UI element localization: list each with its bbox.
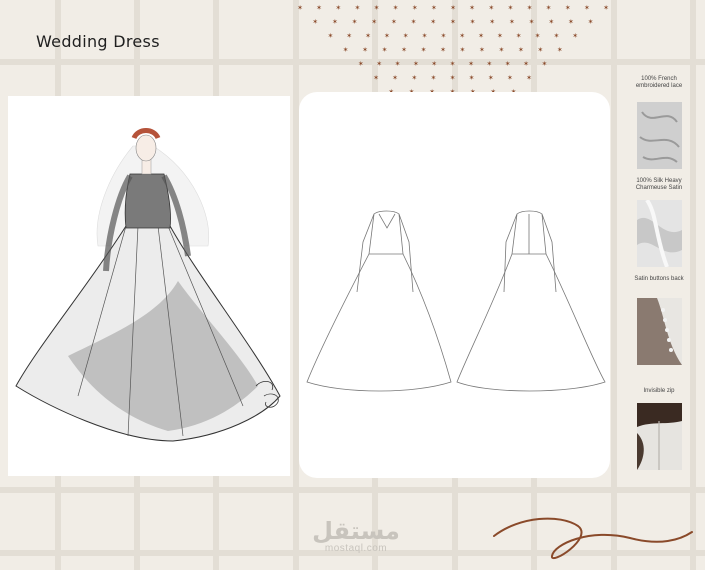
material-label: 100% Silk Heavy Charmeuse Satin [635,178,683,191]
page-title: Wedding Dress [36,32,160,51]
lace-swatch-icon [637,102,682,169]
dress-sketch-illustration [15,128,281,442]
material-buttons: Satin buttons back [628,276,690,283]
watermark-url: mostaql.com [324,543,388,554]
technical-flats-panel [299,92,610,478]
front-back-flat-drawings [306,210,606,392]
watermark-arabic: مستقل [312,517,400,545]
zip-swatch-icon [637,403,682,470]
material-lace: 100% French embroidered lace [628,76,690,90]
decorative-squiggle [493,517,693,559]
material-satin: 100% Silk Heavy Charmeuse Satin [628,178,690,192]
buttons-swatch-icon [637,298,682,365]
material-label: 100% French embroidered lace [635,76,683,89]
material-label: Invisible zip [643,388,675,394]
satin-swatch-icon [637,200,682,267]
material-label: Satin buttons back [634,276,684,282]
site-watermark: مستقل mostaql.com [308,518,404,554]
material-zip: Invisible zip [628,388,690,395]
dress-illustration-panel [8,96,290,476]
